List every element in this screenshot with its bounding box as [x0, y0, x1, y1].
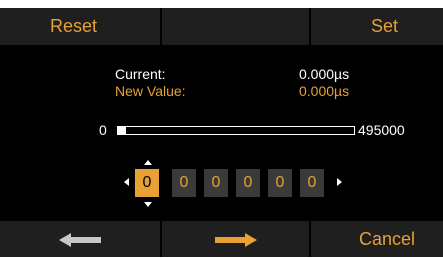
top-bar-empty-slot — [162, 8, 309, 45]
top-bar: Reset Set — [0, 8, 443, 45]
digit-right-arrow-icon[interactable] — [337, 178, 342, 186]
forward-button[interactable] — [162, 221, 309, 258]
arrow-right-icon — [214, 232, 257, 247]
arrow-left-icon — [59, 232, 101, 247]
digit-value: 0 — [307, 174, 317, 191]
bottom-bar: Cancel — [0, 221, 443, 257]
slider-max-label: 495000 — [358, 122, 405, 138]
new-value: 0.000µs — [299, 83, 350, 99]
device-screen: Reset Set Current: 0.000µs New Value: 0.… — [0, 8, 443, 257]
digit-cell-0[interactable]: 0 — [135, 169, 159, 197]
new-value-label: New Value: — [115, 83, 186, 99]
set-button[interactable]: Set — [311, 8, 443, 45]
decrement-arrow-icon[interactable] — [144, 202, 152, 207]
digit-value: 0 — [211, 174, 221, 191]
cancel-button-label: Cancel — [358, 229, 415, 249]
digit-value: 0 — [179, 174, 189, 191]
digit-cell-4[interactable]: 0 — [268, 169, 292, 197]
current-label: Current: — [115, 66, 166, 82]
digit-cell-3[interactable]: 0 — [236, 169, 260, 197]
top-divider-2 — [309, 8, 311, 45]
digit-value: 0 — [275, 174, 285, 191]
digit-value: 0 — [142, 174, 152, 191]
cancel-button[interactable]: Cancel — [311, 221, 443, 258]
value-slider[interactable] — [117, 126, 355, 135]
bottom-divider-1 — [160, 221, 162, 257]
reset-button-label: Reset — [50, 16, 98, 36]
digit-left-arrow-icon[interactable] — [124, 178, 129, 186]
reset-button[interactable]: Reset — [0, 8, 160, 45]
top-divider-1 — [160, 8, 162, 45]
digit-cell-5[interactable]: 0 — [300, 169, 324, 197]
digit-cell-1[interactable]: 0 — [172, 169, 196, 197]
digit-value: 0 — [243, 174, 253, 191]
set-button-label: Set — [370, 16, 398, 36]
slider-min-label: 0 — [99, 122, 107, 138]
slider-thumb[interactable] — [117, 126, 126, 135]
bottom-divider-2 — [309, 221, 311, 257]
back-button[interactable] — [0, 221, 160, 258]
digit-cell-2[interactable]: 0 — [204, 169, 228, 197]
increment-arrow-icon[interactable] — [144, 160, 152, 165]
current-value: 0.000µs — [299, 66, 350, 82]
